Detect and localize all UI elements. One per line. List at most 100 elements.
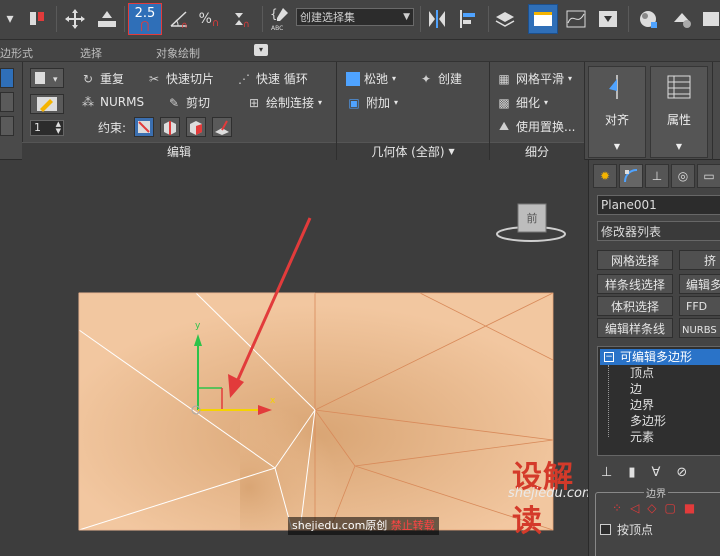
polygon-mode-icon[interactable]: ▢ bbox=[665, 501, 676, 515]
chevron-down-icon: ▾ bbox=[392, 74, 397, 83]
mirror-icon[interactable] bbox=[424, 4, 450, 34]
by-vertex-checkbox[interactable] bbox=[600, 524, 611, 535]
selection-mode-button[interactable] bbox=[0, 92, 14, 112]
paint-connect-icon: ⊞ bbox=[248, 95, 260, 110]
object-name-field[interactable]: Plane001 bbox=[597, 195, 720, 215]
layers-icon[interactable] bbox=[492, 4, 518, 34]
cut-button[interactable]: ✎ 剪切 bbox=[166, 94, 210, 111]
scene-explorer-icon[interactable] bbox=[528, 4, 558, 34]
element-mode-icon[interactable]: ■ bbox=[684, 501, 695, 515]
by-vertex-row: 按顶点 bbox=[600, 521, 653, 538]
tab-polygon-modeling[interactable]: 边形式 bbox=[0, 45, 33, 61]
volume-select-button[interactable]: 体积选择 bbox=[597, 296, 673, 316]
spinner-arrows-icon: ▲ ▼ bbox=[55, 120, 61, 135]
spline-select-button[interactable]: 样条线选择 bbox=[597, 274, 673, 294]
schematic-view-icon[interactable] bbox=[594, 4, 622, 34]
create-tab-icon[interactable]: ✹ bbox=[593, 164, 617, 188]
place-icon[interactable] bbox=[94, 4, 120, 34]
percent-snap-button[interactable]: % ∩ bbox=[196, 4, 222, 34]
watermark-site-text: shejiedu.com bbox=[508, 486, 588, 501]
nurms-button[interactable]: ⁂ NURMS bbox=[80, 94, 144, 110]
modifier-stack[interactable]: − 可编辑多边形 顶点 边 边界 多边形 元素 bbox=[597, 346, 720, 456]
move-icon[interactable] bbox=[62, 4, 88, 34]
stack-toolbar: ⊥ ▮ ∀ ⊘ bbox=[593, 462, 720, 482]
stack-item-border[interactable]: 边界 bbox=[630, 397, 654, 413]
nurbs-button[interactable]: NURBS 曲 bbox=[679, 318, 720, 338]
align-icon[interactable] bbox=[456, 4, 482, 34]
constraint-none-button[interactable] bbox=[134, 117, 154, 137]
tab-selection[interactable]: 选择 bbox=[80, 45, 102, 61]
stack-item-element[interactable]: 元素 bbox=[630, 429, 654, 445]
pencil-icon[interactable] bbox=[30, 94, 64, 114]
selection-set-dropdown[interactable]: 创建选择集 ▼ bbox=[296, 8, 414, 26]
modify-tab-icon[interactable] bbox=[619, 164, 643, 188]
vertex-mode-icon[interactable]: ⁘ bbox=[612, 501, 622, 515]
extrude-button[interactable]: 挤 bbox=[679, 250, 720, 270]
constraint-face-button[interactable] bbox=[186, 117, 206, 137]
align-panel-button[interactable]: 对齐 ▼ bbox=[588, 66, 646, 158]
relax-button[interactable]: 松弛 ▾ bbox=[346, 70, 396, 87]
edit-group-title: 编辑 bbox=[166, 145, 191, 159]
render-setup-icon[interactable] bbox=[668, 4, 696, 34]
edit-poly-button[interactable]: 编辑多边形 bbox=[679, 274, 720, 294]
stack-item-edge[interactable]: 边 bbox=[630, 381, 642, 397]
constraint-normal-button[interactable] bbox=[212, 117, 232, 137]
repeat-button[interactable]: ↻ 重复 bbox=[80, 70, 124, 87]
watermark-caption-warning: 禁止转载 bbox=[390, 519, 435, 532]
quickslice-button[interactable]: ✂ 快速切片 bbox=[146, 70, 214, 87]
subdivision-group-title: 细分 bbox=[524, 145, 549, 159]
ffd-button[interactable]: FFD bbox=[679, 296, 720, 316]
tessellate-button[interactable]: ▩ 细化 ▾ bbox=[496, 94, 548, 111]
meshsmooth-button[interactable]: ▦ 网格平滑 ▾ bbox=[496, 70, 572, 87]
relax-icon bbox=[346, 71, 360, 86]
object-name-value: Plane001 bbox=[601, 198, 657, 212]
stack-item-polygon[interactable]: 多边形 bbox=[630, 413, 666, 429]
edge-mode-icon[interactable]: ◁ bbox=[630, 501, 639, 515]
edit-spline-button[interactable]: 编辑样条线 bbox=[597, 318, 673, 338]
pin-stack-icon[interactable]: ⊥ bbox=[601, 465, 612, 480]
border-mode-icon[interactable]: ◇ bbox=[647, 501, 656, 515]
geometry-group-footer[interactable]: 几何体 (全部) ▼ bbox=[337, 142, 489, 160]
show-end-result-icon[interactable]: ▮ bbox=[628, 465, 635, 480]
selection-mode-button[interactable] bbox=[0, 68, 14, 88]
mesh-select-button[interactable]: 网格选择 bbox=[597, 250, 673, 270]
material-editor-icon[interactable] bbox=[634, 4, 662, 34]
properties-panel-button[interactable]: 属性 ▼ bbox=[650, 66, 708, 158]
spinner-snap-icon[interactable]: ∩ bbox=[228, 4, 254, 34]
edit-named-sets-icon[interactable]: {ABC bbox=[266, 4, 294, 34]
selection-rollout: 边界 ⁘ ◁ ◇ ▢ ■ 按顶点 bbox=[595, 485, 720, 556]
ribbon-options-icon[interactable]: ▾ bbox=[254, 44, 268, 56]
magnet-icon: ⋂ bbox=[140, 19, 150, 32]
swiftloop-button[interactable]: ⋰ 快速 循环 bbox=[236, 70, 308, 87]
tab-object-paint[interactable]: 对象绘制 bbox=[156, 45, 200, 61]
constraint-edge-button[interactable] bbox=[160, 117, 180, 137]
stack-item-vertex[interactable]: 顶点 bbox=[630, 365, 654, 381]
selection-set-placeholder: 创建选择集 bbox=[300, 11, 355, 24]
stack-item-editable-poly[interactable]: − 可编辑多边形 bbox=[600, 349, 720, 365]
viewport-front[interactable]: y x 前 设解读 shejiedu.com shejiedu.com原创 禁止… bbox=[0, 160, 588, 556]
attach-button[interactable]: ▣ 附加 ▾ bbox=[346, 94, 398, 111]
curve-editor-icon[interactable] bbox=[562, 4, 590, 34]
swiftloop-label: 快速 循环 bbox=[256, 72, 308, 86]
create-button[interactable]: ✦ 创建 bbox=[418, 70, 462, 87]
display-tab-icon[interactable]: ▭ bbox=[697, 164, 720, 188]
render-frame-icon[interactable] bbox=[700, 4, 720, 34]
make-unique-icon[interactable]: ∀ bbox=[651, 465, 660, 480]
modifier-list-dropdown[interactable]: 修改器列表 bbox=[597, 221, 720, 241]
viewcube[interactable]: 前 bbox=[518, 204, 546, 232]
snap-toggle-button[interactable]: 2.5 ⋂ bbox=[128, 3, 162, 35]
use-displacement-button[interactable]: ⛰ 使用置换... bbox=[496, 118, 576, 135]
dropdown-icon[interactable]: ▾ bbox=[0, 4, 20, 34]
bookmark-icon[interactable] bbox=[24, 4, 50, 34]
remove-modifier-icon[interactable]: ⊘ bbox=[676, 465, 687, 480]
paint-connect-button[interactable]: ⊞ 绘制连接 ▾ bbox=[246, 94, 322, 111]
selection-mode-button[interactable] bbox=[0, 116, 14, 136]
ribbon: ▾ 1 ▲ ▼ ↻ 重复 ✂ 快速切片 ⋰ 快速 循环 ⁂ NURMS ✎ 剪切 … bbox=[0, 62, 720, 160]
repeat-settings-button[interactable]: ▾ bbox=[30, 68, 64, 88]
constraint-spinner[interactable]: 1 ▲ ▼ bbox=[30, 120, 64, 136]
hierarchy-tab-icon[interactable]: ⊥ bbox=[645, 164, 669, 188]
angle-snap-icon[interactable]: ∩ bbox=[166, 4, 192, 34]
motion-tab-icon[interactable]: ◎ bbox=[671, 164, 695, 188]
swiftloop-icon: ⋰ bbox=[238, 71, 250, 86]
collapse-icon[interactable]: − bbox=[604, 352, 614, 362]
